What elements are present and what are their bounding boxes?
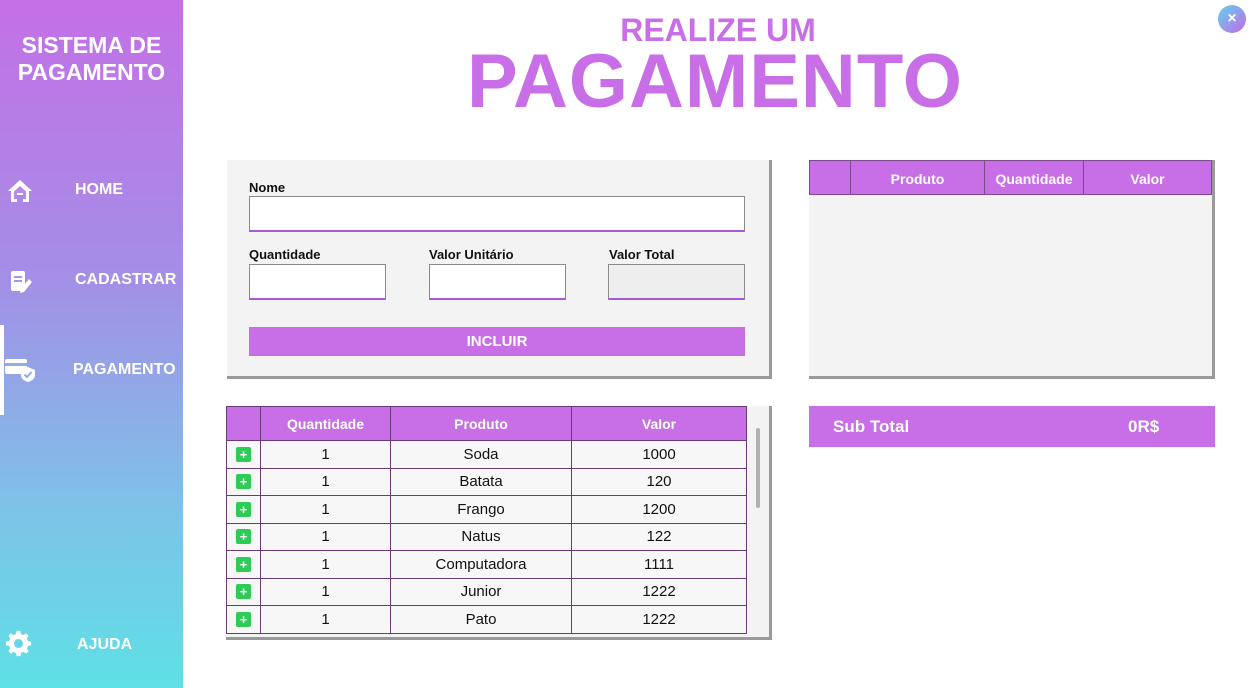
page-title: PAGAMENTO: [467, 39, 963, 124]
valor-cell: 120: [571, 467, 747, 496]
table-row[interactable]: +1 Pato 1222: [226, 605, 747, 634]
add-cell[interactable]: +: [226, 467, 261, 496]
quantidade-cell: 1: [260, 605, 391, 634]
table-row[interactable]: +1 Natus 122: [226, 522, 747, 551]
valor-total-field: [608, 264, 745, 300]
cart-header-produto: Produto: [851, 161, 985, 194]
valor-total-label: Valor Total: [609, 247, 675, 262]
valor-cell: 122: [571, 522, 747, 551]
nome-label: Nome: [249, 180, 286, 195]
table-row[interactable]: +1 Batata 120: [226, 467, 747, 496]
cart-header-cell: [810, 161, 851, 194]
table-row[interactable]: +1 Computadora 1111: [226, 550, 747, 579]
product-table-panel: Quantidade Produto Valor +1 Soda 1000 +1 Bat…: [226, 406, 772, 640]
add-cell[interactable]: +: [226, 605, 261, 634]
add-cell[interactable]: +: [226, 550, 261, 579]
brand-title: SISTEMA DE PAGAMENTO: [0, 32, 183, 86]
valor-cell: 1111: [571, 550, 747, 579]
close-button[interactable]: ×: [1218, 5, 1246, 33]
add-cell[interactable]: +: [226, 577, 261, 606]
valor-cell: 1200: [571, 495, 747, 524]
header-add-col: [226, 406, 261, 441]
include-button[interactable]: INCLUIR: [249, 327, 745, 356]
valor-unitario-label: Valor Unitário: [429, 247, 514, 262]
table-row[interactable]: +1 Junior 1222: [226, 577, 747, 606]
table-row[interactable]: +1 Frango 1200: [226, 495, 747, 524]
register-icon: [11, 271, 32, 293]
sidebar-item-label: CADASTRAR: [75, 271, 177, 288]
table-scrollbar[interactable]: [756, 428, 760, 508]
valor-cell: 1222: [571, 577, 747, 606]
add-cell[interactable]: +: [226, 522, 261, 551]
header-produto: Produto: [390, 406, 572, 441]
home-icon: [8, 180, 32, 202]
quantidade-cell: 1: [260, 550, 391, 579]
add-cell[interactable]: +: [226, 495, 261, 524]
subtotal-bar: Sub Total 0R$: [809, 406, 1215, 447]
sidebar-item-label: PAGAMENTO: [73, 361, 176, 378]
produto-cell: Natus: [390, 522, 572, 551]
quantidade-cell: 1: [260, 577, 391, 606]
add-icon[interactable]: +: [236, 529, 251, 545]
quantidade-cell: 1: [260, 440, 391, 469]
add-icon[interactable]: +: [236, 556, 251, 572]
gear-icon: [5, 630, 32, 657]
sidebar-item-cadastrar[interactable]: CADASTRAR: [0, 235, 183, 325]
valor-cell: 1222: [571, 605, 747, 634]
brand-line-1: SISTEMA DE: [21, 32, 162, 58]
sidebar-item-label: HOME: [75, 181, 123, 198]
add-icon[interactable]: +: [236, 584, 251, 600]
header-valor: Valor: [571, 406, 747, 441]
produto-cell: Batata: [390, 467, 572, 496]
table-row[interactable]: +1 Soda 1000: [226, 440, 747, 469]
quantidade-cell: 1: [260, 522, 391, 551]
produto-cell: Computadora: [390, 550, 572, 579]
produto-cell: Pato: [390, 605, 572, 634]
brand-line-2: PAGAMENTO: [17, 59, 166, 85]
payment-form: Nome Quantidade Valor Unitário Valor Tot…: [227, 160, 772, 379]
payment-icon: [5, 359, 35, 382]
add-icon[interactable]: +: [236, 474, 251, 490]
cart-table: Produto Quantidade Valor: [809, 160, 1215, 379]
cart-header-valor: Valor: [1130, 171, 1165, 187]
produto-cell: Frango: [390, 495, 572, 524]
cart-header-quantidade: Quantidade: [985, 161, 1084, 194]
add-icon[interactable]: +: [236, 501, 251, 517]
quantidade-cell: 1: [260, 467, 391, 496]
header-quantidade: Quantidade: [260, 406, 391, 441]
valor-unitario-input[interactable]: [429, 264, 566, 300]
product-table-header: Quantidade Produto Valor: [226, 406, 747, 441]
close-icon: ×: [1227, 10, 1237, 27]
quantidade-cell: 1: [260, 495, 391, 524]
nome-input[interactable]: [249, 196, 745, 232]
subtotal-value: 0R$: [1128, 417, 1160, 436]
produto-cell: Soda: [390, 440, 572, 469]
sidebar-item-pagamento[interactable]: PAGAMENTO: [0, 325, 183, 415]
sidebar-item-ajuda[interactable]: AJUDA: [0, 600, 183, 688]
sidebar: SISTEMA DE PAGAMENTO HOME CADASTRAR PAGA…: [0, 0, 183, 688]
subtotal-label: Sub Total: [833, 417, 910, 436]
valor-cell: 1000: [571, 440, 747, 469]
product-table: Quantidade Produto Valor +1 Soda 1000 +1 Bat…: [226, 406, 747, 634]
sidebar-item-label: AJUDA: [77, 636, 133, 653]
add-icon[interactable]: +: [236, 611, 251, 627]
produto-cell: Junior: [390, 577, 572, 606]
quantidade-label: Quantidade: [249, 247, 321, 262]
sidebar-item-home[interactable]: HOME: [0, 145, 183, 235]
cart-table-header: Produto Quantidade Valor: [809, 160, 1212, 195]
quantidade-input[interactable]: [249, 264, 386, 300]
add-cell[interactable]: +: [226, 440, 261, 469]
add-icon[interactable]: +: [236, 446, 251, 462]
